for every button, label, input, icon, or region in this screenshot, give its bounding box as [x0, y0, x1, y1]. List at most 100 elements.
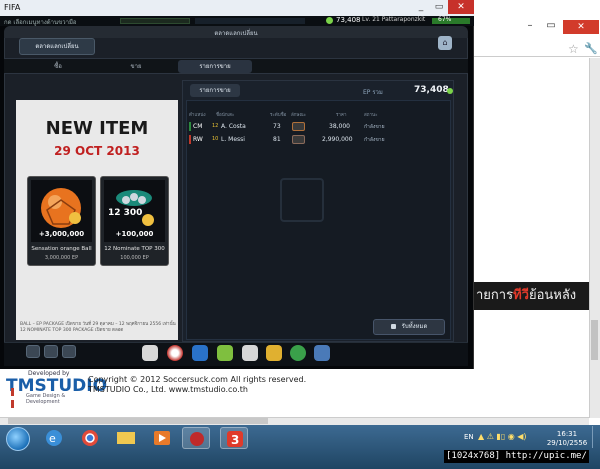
ep-balance: 73,408: [336, 16, 361, 24]
table-row[interactable]: RW 10 L. Messi 81 2,990,000 กำลังขาย: [187, 134, 449, 146]
ep-coin-icon: [447, 88, 453, 94]
watermark: [1024x768] http://upic.me/: [444, 450, 589, 463]
player-level: Lv. 21 Pattaraponzkit: [362, 16, 426, 23]
badge-icon[interactable]: [290, 345, 306, 361]
col-trait: ลักษณะ: [291, 113, 307, 118]
exp-percent: 67%: [438, 16, 452, 23]
row-position: RW: [189, 135, 203, 144]
browser-vertical-scrollbar[interactable]: [589, 58, 600, 418]
ep-coin-icon: [326, 17, 333, 24]
tv-replay-banner[interactable]: ายการทีวีย้อนหลัง: [474, 282, 589, 310]
game-window: FIFA _ ▭ ✕ กด เลือกเมนูทางด้านขวามือ 73,…: [0, 0, 474, 369]
tab-market[interactable]: ตลาดแลกเปลี่ยน: [19, 38, 95, 55]
media-player-icon[interactable]: [148, 427, 176, 449]
company-text[interactable]: TMSTUDIO Co., Ltd. www.tmstudio.co.th: [88, 385, 306, 395]
ep-total-label: EP รวม: [363, 89, 383, 96]
browser-toolbar-divider: [474, 56, 600, 57]
nominate-pack-image: 12 300 +100,000: [104, 180, 165, 242]
card-name: Sensation orange Ball: [31, 246, 92, 252]
collect-all-button[interactable]: รับทั้งหมด: [373, 319, 445, 335]
nominate-bonus: +100,000: [115, 230, 154, 238]
promo-card-orange-ball[interactable]: +3,000,000 Sensation orange Ball 3,000,0…: [27, 176, 96, 266]
clock-date: 29/10/2556: [546, 439, 588, 447]
table-row[interactable]: CM 12 A. Costa 73 38,000 กำลังขาย: [187, 121, 449, 133]
trophy-icon[interactable]: [266, 345, 282, 361]
card-price: 100,000 EP: [120, 255, 149, 261]
col-status: สถานะ: [364, 113, 378, 118]
tab-sale-list[interactable]: รายการขาย: [190, 84, 240, 97]
chat-icon[interactable]: [44, 345, 58, 358]
panel-header: ตลาดแลกเปลี่ยน: [4, 26, 468, 38]
ep-total-value: 73,408: [414, 85, 449, 95]
ball-icon[interactable]: [167, 345, 183, 361]
minimize-button[interactable]: _: [412, 0, 430, 14]
clipboard-icon: [280, 178, 324, 222]
row-price: 2,990,000: [322, 136, 353, 143]
col-price: ราคา: [336, 113, 347, 118]
banner-highlight: ทีวี: [513, 288, 529, 303]
window-title: FIFA: [4, 3, 21, 12]
browser-maximize-button[interactable]: ▭: [541, 20, 561, 34]
row-rating: 81: [273, 136, 281, 143]
browser-minimize-button[interactable]: –: [520, 20, 540, 34]
maximize-button[interactable]: ▭: [430, 0, 448, 14]
system-tray-icons[interactable]: ▲ ⚠ ▮▯ ◉ ◀): [478, 432, 527, 441]
col-position: ตำแหน่ง: [189, 113, 206, 118]
row-number: 10: [212, 136, 219, 142]
boots-icon[interactable]: [142, 345, 158, 361]
subtab-sell[interactable]: ขาย: [116, 60, 156, 73]
clock[interactable]: 16:31 29/10/2556: [545, 430, 589, 448]
copyright-block: Copyright © 2012 Soccersuck.com All righ…: [88, 375, 306, 395]
card-name: 12 Nominate TOP 300: [104, 246, 165, 252]
tab-market-label: ตลาดแลกเปลี่ยน: [35, 43, 79, 50]
promo-card-nominate[interactable]: 12 300 +100,000 12 Nominate TOP 300 100,…: [100, 176, 169, 266]
promo-date: 29 OCT 2013: [54, 144, 140, 158]
row-status: กำลังขาย: [364, 124, 385, 130]
wrench-icon[interactable]: 🔧: [584, 42, 598, 55]
ie-icon[interactable]: e: [40, 427, 68, 449]
fifa-taskbar-icon[interactable]: [182, 427, 210, 449]
orange-ball-bonus: +3,000,000: [38, 230, 85, 238]
row-status: กำลังขาย: [364, 137, 385, 143]
col-player: ชื่อนักเตะ: [216, 113, 235, 118]
status-meter: [120, 18, 190, 24]
mail-icon[interactable]: [62, 345, 76, 358]
start-button[interactable]: [6, 427, 30, 451]
new-item-promo[interactable]: NEW ITEM 29 OCT 2013 +3,000,000 Sensatio…: [16, 100, 178, 340]
folder-icon[interactable]: [112, 427, 140, 449]
close-button[interactable]: ✕: [448, 0, 474, 14]
svg-text:3: 3: [231, 433, 239, 447]
cone-icon[interactable]: [217, 345, 233, 361]
gold-boot-icon[interactable]: [242, 345, 258, 361]
clock-time: 16:31: [556, 430, 578, 438]
show-desktop-button[interactable]: [592, 426, 600, 448]
status-meter-2: [195, 18, 305, 24]
home-icon[interactable]: ⌂: [438, 36, 452, 50]
svg-text:e: e: [49, 432, 56, 445]
col-rating: ระดับชื่อ: [270, 113, 287, 118]
tmstudio-logo[interactable]: Developed by TMSTUDIO Game Design & Deve…: [6, 370, 107, 405]
panel-title: ตลาดแลกเปลี่ยน: [214, 30, 258, 37]
person-icon[interactable]: [26, 345, 40, 358]
browser-scroll-thumb[interactable]: [591, 320, 598, 360]
subtab-buy[interactable]: ซื้อ: [38, 60, 78, 73]
app-3-taskbar-icon[interactable]: 3: [220, 427, 248, 449]
row-price: 38,000: [329, 123, 350, 130]
browser-hscroll-thumb[interactable]: [8, 418, 268, 424]
banner-text-after: ย้อนหลัง: [528, 288, 577, 303]
copyright-text: Copyright © 2012 Soccersuck.com All righ…: [88, 375, 307, 384]
bookmark-star-icon[interactable]: ☆: [568, 42, 579, 56]
shoe-icon[interactable]: [192, 345, 208, 361]
market-subtabs: ซื้อ ขาย รายการขาย: [4, 58, 468, 74]
language-indicator[interactable]: EN: [464, 433, 474, 441]
subtab-sale-list[interactable]: รายการขาย: [178, 60, 252, 73]
chrome-icon[interactable]: [76, 427, 104, 449]
promo-fine-print: BALL – EP PACKAGE เปิดขาย วันที่ 29 ตุลา…: [20, 322, 176, 333]
basket-icon[interactable]: [314, 345, 330, 361]
trait-icon: [292, 122, 305, 131]
banner-text-before: ายการ: [476, 288, 514, 303]
browser-close-button[interactable]: ✕: [563, 20, 599, 34]
promo-title: NEW ITEM: [45, 118, 149, 139]
nominate-badge: 12 300: [108, 208, 143, 218]
orange-ball-image: +3,000,000: [31, 180, 92, 242]
